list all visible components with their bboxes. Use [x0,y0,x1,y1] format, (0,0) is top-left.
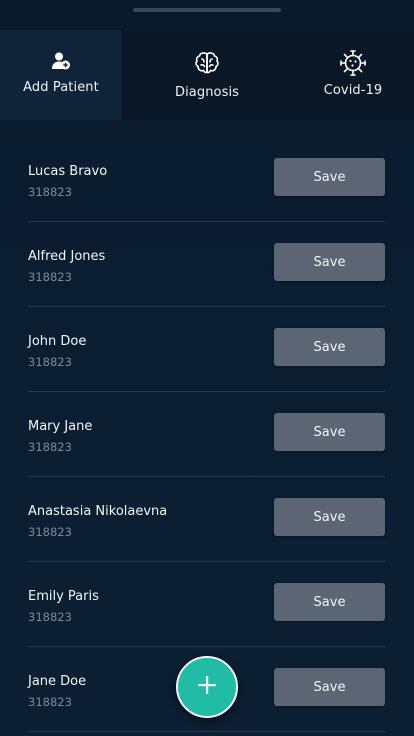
save-button[interactable]: Save [274,668,385,706]
save-button[interactable]: Save [274,498,385,536]
plus-icon [196,674,218,700]
tab-label: Add Patient [23,80,99,95]
patient-name: Mary Jane [28,419,93,434]
patient-name: Alfred Jones [28,249,106,264]
save-button[interactable]: Save [274,328,385,366]
list-item: John Doe 318823 Save [28,307,385,392]
patient-list: Lucas Bravo 318823 Save Alfred Jones 318… [28,137,385,732]
save-button[interactable]: Save [274,243,385,281]
patient-id: 318823 [28,695,72,709]
list-item: Anastasia Nikolaevna 318823 Save [28,477,385,562]
patient-id: 318823 [28,525,72,539]
patient-name: Jane Doe [28,674,87,689]
add-user-icon [51,51,71,73]
patient-name: Lucas Bravo [28,164,108,179]
tab-add-patient[interactable]: Add Patient [0,30,122,120]
tab-label: Diagnosis [174,85,240,100]
patient-name: Emily Paris [28,589,99,604]
save-button[interactable]: Save [274,413,385,451]
list-item: Alfred Jones 318823 Save [28,222,385,307]
list-item: Emily Paris 318823 Save [28,562,385,647]
patient-id: 318823 [28,270,72,284]
patient-id: 318823 [28,440,72,454]
patient-id: 318823 [28,610,72,624]
tab-covid-19[interactable]: Covid-19 [292,30,414,120]
virus-icon [339,49,367,76]
list-item: Mary Jane 318823 Save [28,392,385,477]
drag-handle[interactable] [133,8,281,12]
tab-label: Covid-19 [323,83,383,98]
list-item: Lucas Bravo 318823 Save [28,137,385,222]
add-patient-fab[interactable] [176,656,238,718]
save-button[interactable]: Save [274,583,385,621]
save-button[interactable]: Save [274,158,385,196]
patient-id: 318823 [28,355,72,369]
tab-bar: Add Patient Diagnosis Covid-19 [0,30,414,120]
patient-id: 318823 [28,185,72,199]
patient-name: John Doe [28,334,87,349]
tab-diagnosis[interactable]: Diagnosis [122,30,292,120]
patient-name: Anastasia Nikolaevna [28,504,168,519]
brain-icon [194,51,220,74]
